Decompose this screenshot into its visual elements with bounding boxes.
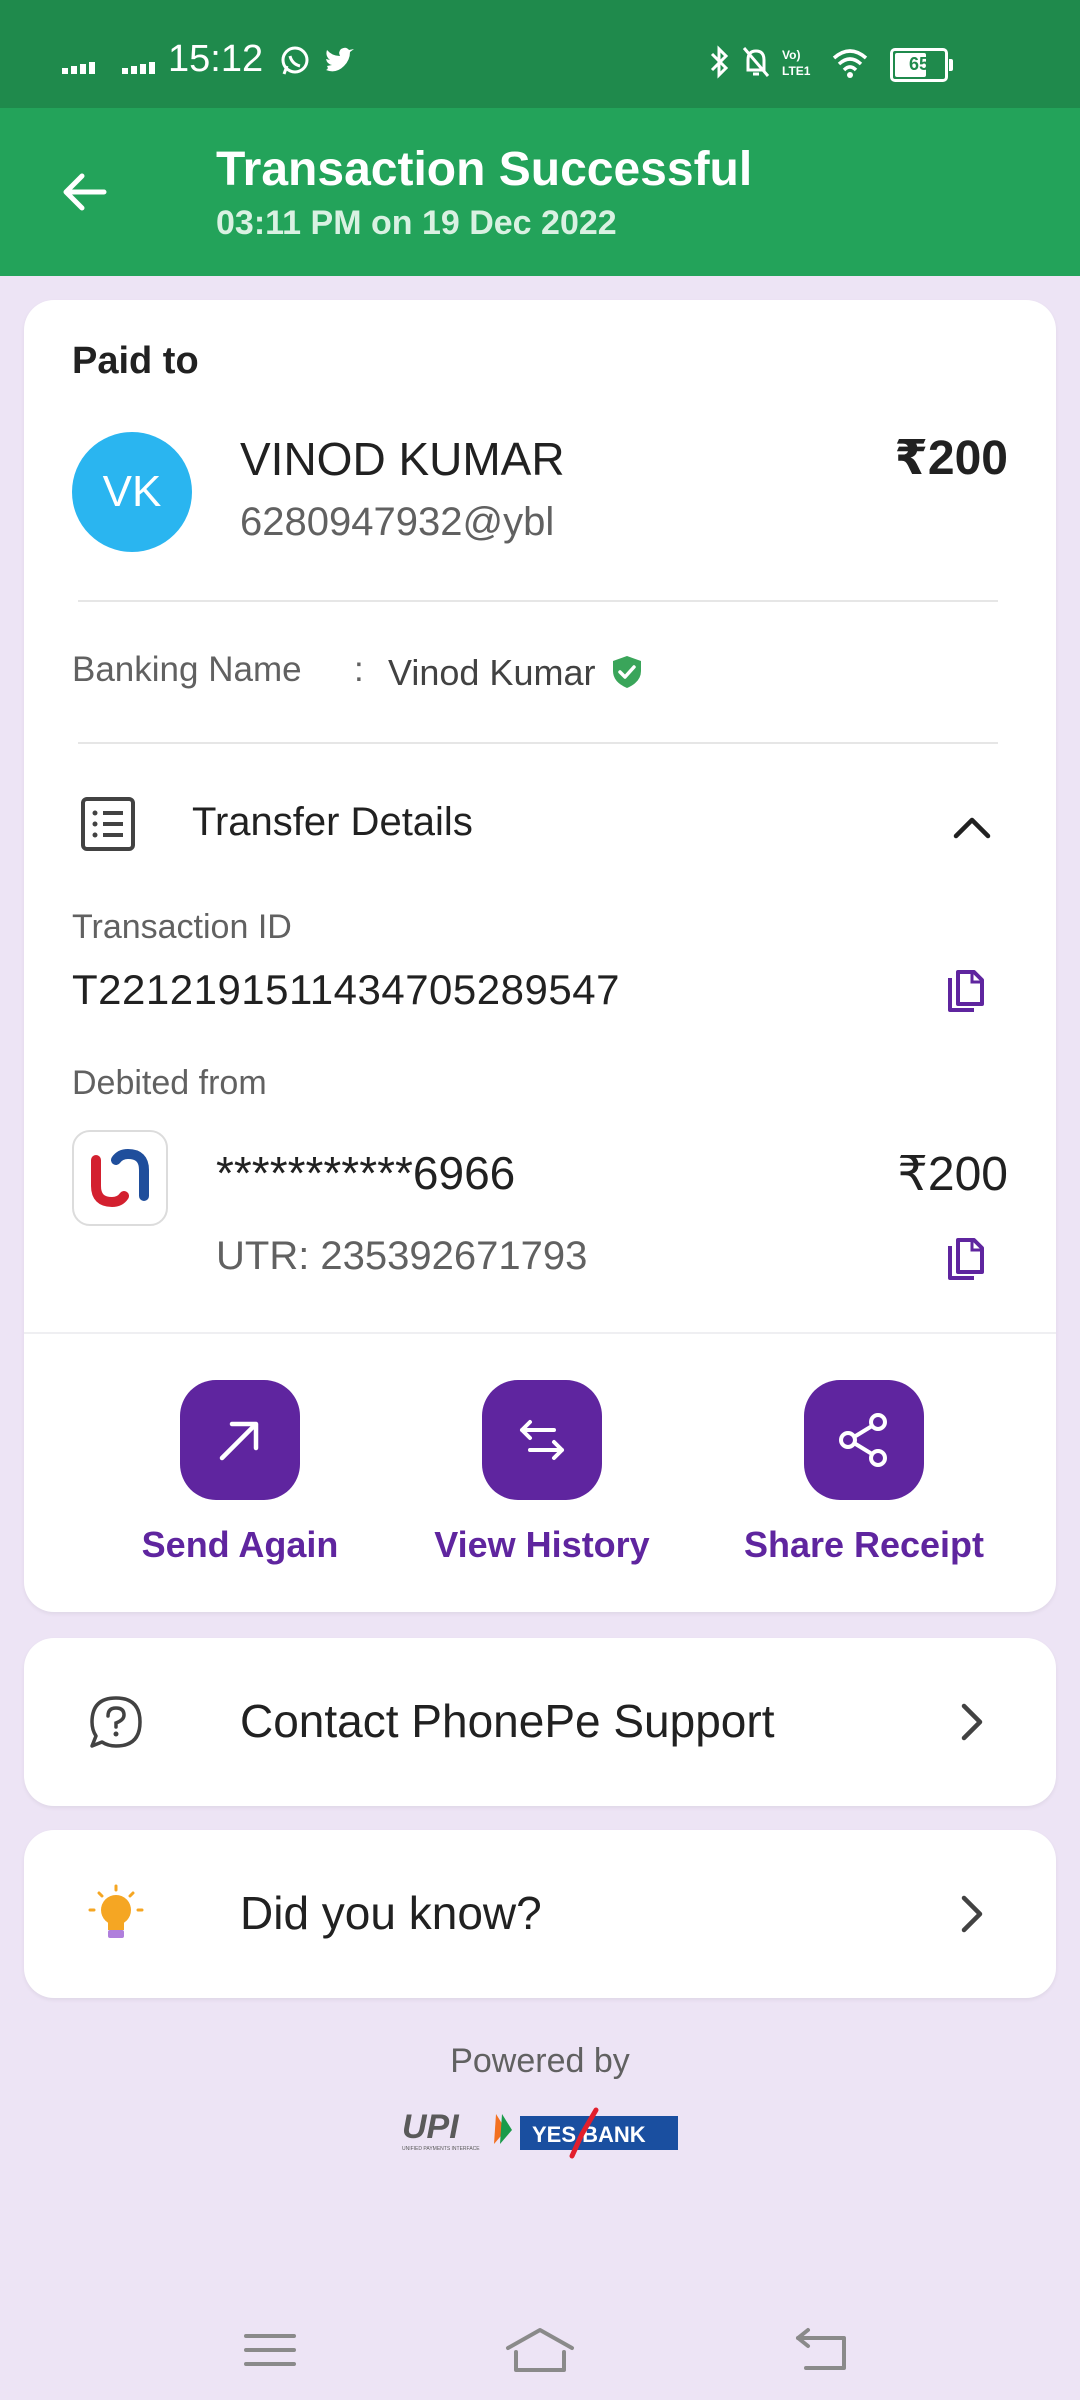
home-icon[interactable] [504, 2326, 576, 2374]
divider [24, 1332, 1056, 1334]
did-you-know-row[interactable]: Did you know? [24, 1830, 1056, 1998]
paid-to-label: Paid to [72, 340, 199, 382]
battery-level: 65 [908, 54, 930, 74]
page-title: Transaction Successful [216, 143, 753, 196]
chevron-up-icon[interactable] [948, 804, 996, 852]
svg-text:Vo): Vo) [782, 48, 800, 62]
upi-logo-text: UPI [402, 2108, 460, 2146]
transaction-details-card: Paid to VK VINOD KUMAR 6280947932@ybl ₹2… [24, 300, 1056, 1612]
status-bar: 15:12 Vo) LTE1 65 [0, 0, 1080, 108]
view-history-label: View History [434, 1524, 650, 1565]
wifi-icon [832, 49, 868, 78]
debit-account-number: ***********6966 [216, 1147, 516, 1199]
transaction-timestamp: 03:11 PM on 19 Dec 2022 [216, 204, 617, 242]
arrow-up-right-icon [219, 1421, 259, 1461]
copy-icon[interactable] [944, 968, 988, 1016]
mute-icon [742, 47, 770, 77]
whatsapp-icon [281, 46, 309, 75]
volte-icon: Vo) LTE1 [782, 48, 811, 78]
banking-name-separator: : [354, 650, 364, 689]
back-nav-icon[interactable] [794, 2326, 850, 2374]
status-time: 15:12 [168, 38, 264, 80]
transaction-id-value: T2212191511434705289547 [72, 966, 620, 1013]
divider [78, 742, 998, 744]
signal-icon-2 [122, 56, 158, 74]
transaction-header: Transaction Successful 03:11 PM on 19 De… [0, 108, 1080, 276]
menu-icon[interactable] [244, 2326, 296, 2374]
bulb-icon [88, 1884, 144, 1938]
document-list-icon [81, 797, 135, 851]
send-again-label: Send Again [141, 1524, 339, 1565]
chevron-right-icon [961, 1895, 983, 1933]
banking-name-label: Banking Name [72, 650, 302, 689]
transaction-id-label: Transaction ID [72, 908, 292, 946]
twitter-icon [326, 47, 354, 72]
banking-name-value: Vinod Kumar [388, 652, 596, 693]
copy-icon[interactable] [944, 1236, 988, 1284]
contact-support-label: Contact PhonePe Support [240, 1695, 775, 1747]
payee-name: VINOD KUMAR [240, 433, 565, 485]
paid-amount: ₹200 [894, 432, 1008, 485]
send-again-button[interactable]: Send Again [90, 1380, 390, 1566]
contact-support-row[interactable]: Contact PhonePe Support [24, 1638, 1056, 1806]
signal-icon-1 [62, 56, 98, 74]
help-chat-icon [90, 1696, 142, 1748]
view-history-button[interactable]: View History [392, 1380, 692, 1566]
share-receipt-button[interactable]: Share Receipt [714, 1380, 1014, 1566]
transfer-details-title: Transfer Details [192, 800, 473, 844]
send-again-icon-button[interactable] [180, 1380, 300, 1500]
debited-from-label: Debited from [72, 1064, 267, 1102]
upi-yes-bank-logos: UPI UNIFIED PAYMENTS INTERFACE YES BANK [402, 2107, 678, 2159]
verified-shield-icon [613, 656, 641, 688]
share-receipt-icon-button[interactable] [804, 1380, 924, 1500]
system-navigation-bar [0, 2300, 1080, 2400]
arrows-swap-icon [520, 1420, 564, 1460]
payee-upi-id: 6280947932@ybl [240, 500, 555, 544]
powered-by-label: Powered by [450, 2042, 630, 2080]
chevron-right-icon [961, 1703, 983, 1741]
debited-amount: ₹200 [897, 1148, 1008, 1201]
share-receipt-label: Share Receipt [743, 1524, 985, 1565]
bluetooth-icon [710, 45, 729, 79]
view-history-icon-button[interactable] [482, 1380, 602, 1500]
divider [78, 600, 998, 602]
utr-number: UTR: 235392671793 [216, 1234, 588, 1278]
share-icon [839, 1413, 887, 1467]
battery-icon: 65 [890, 48, 953, 82]
upi-logo-subtext: UNIFIED PAYMENTS INTERFACE [402, 2146, 480, 2152]
union-bank-logo [72, 1130, 168, 1226]
svg-text:LTE1: LTE1 [782, 64, 811, 78]
back-arrow-icon[interactable] [56, 164, 112, 220]
did-you-know-label: Did you know? [240, 1887, 542, 1939]
avatar: VK [72, 432, 192, 552]
